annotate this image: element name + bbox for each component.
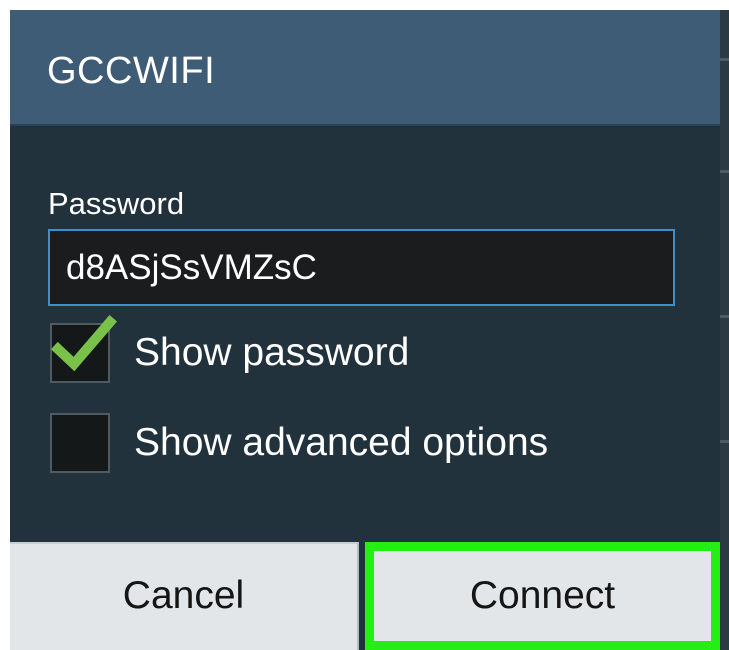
- show-advanced-options-checkbox[interactable]: [50, 413, 110, 473]
- background-line: [720, 315, 729, 318]
- dialog-button-bar: Cancel Connect: [10, 540, 720, 650]
- cancel-button[interactable]: Cancel: [10, 542, 359, 650]
- background-line: [720, 440, 729, 443]
- password-label: Password: [48, 186, 185, 221]
- network-name-title: GCCWIFI: [47, 50, 216, 92]
- show-password-label: Show password: [134, 331, 410, 374]
- wifi-connect-dialog: GCCWIFI Password Show password Show adva…: [10, 10, 720, 650]
- dialog-title-bar: GCCWIFI: [10, 10, 720, 126]
- show-password-checkbox[interactable]: [50, 314, 118, 383]
- show-advanced-options-option[interactable]: Show advanced options: [50, 413, 680, 473]
- connect-button[interactable]: Connect: [365, 542, 720, 650]
- dialog-body: Password Show password Show advanced opt…: [10, 126, 720, 540]
- screen: GCCWIFI Password Show password Show adva…: [0, 0, 729, 650]
- background-line: [720, 58, 729, 61]
- check-mark-icon: [50, 314, 118, 372]
- password-input[interactable]: [48, 229, 675, 306]
- background-edge: [720, 10, 729, 650]
- background-line: [720, 170, 729, 173]
- show-advanced-options-label: Show advanced options: [134, 421, 549, 464]
- show-password-option[interactable]: Show password: [50, 314, 680, 383]
